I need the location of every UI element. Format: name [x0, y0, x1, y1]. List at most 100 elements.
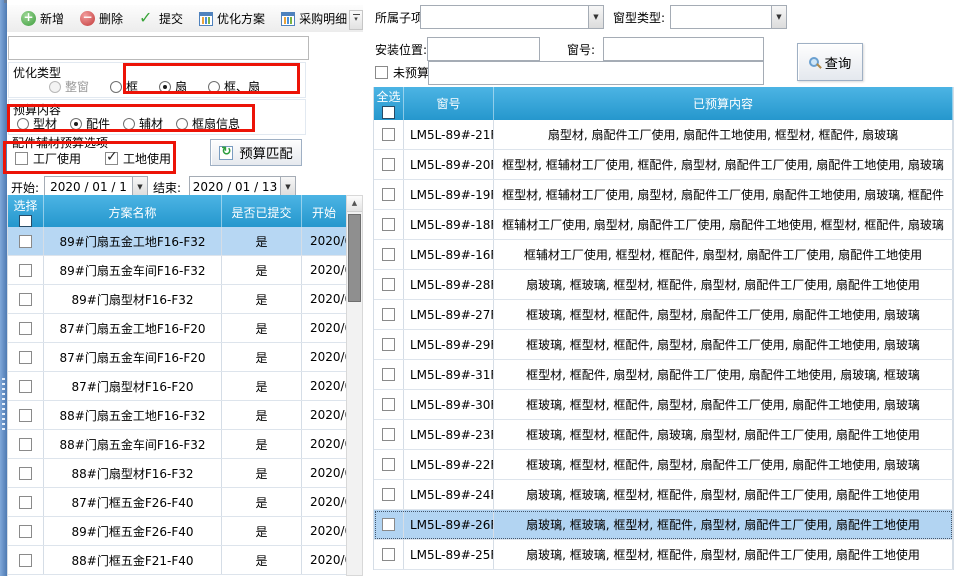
row-checkbox[interactable] — [19, 322, 32, 335]
budget-content-radio[interactable]: 辅材 — [123, 115, 163, 132]
row-checkbox[interactable] — [19, 438, 32, 451]
budget-match-button[interactable]: 预算匹配 — [210, 139, 302, 166]
row-checkbox[interactable] — [382, 128, 395, 141]
toolbar: 新增 ▼ 删除 ▼ 提交 ▼ 优化方案 ▼ 采购 — [7, 5, 363, 32]
dropdown-arrow-icon[interactable]: ▼ — [588, 6, 603, 28]
row-checkbox[interactable] — [382, 338, 395, 351]
row-checkbox[interactable] — [19, 467, 32, 480]
end-date-picker[interactable]: 2020 / 01 / 13 ▼ — [189, 176, 296, 197]
toolbar-button[interactable]: 新增 ▼ — [15, 7, 70, 30]
row-checkbox[interactable] — [19, 409, 32, 422]
submitted-cell: 是 — [222, 488, 302, 516]
toolbar-button[interactable]: 优化方案 ▼ — [193, 7, 271, 30]
window-table-row[interactable]: LM5L-89#-27F25 框玻璃, 框型材, 框配件, 扇型材, 扇配件工厂… — [374, 300, 953, 330]
budget-content-radio[interactable]: 框扇信息 — [176, 115, 240, 132]
budget-content-radio[interactable]: 型材 — [17, 115, 57, 132]
optimize-type-radio[interactable]: 框、扇 — [208, 78, 260, 95]
window-table-row[interactable]: LM5L-89#-21F19 扇型材, 扇配件工厂使用, 扇配件工地使用, 框型… — [374, 120, 953, 150]
plan-table-row[interactable]: 89#门扇五金车间F16-F32 是 2020/0 — [8, 256, 346, 285]
row-checkbox[interactable] — [382, 158, 395, 171]
select-all-checkbox[interactable] — [382, 106, 395, 119]
row-checkbox[interactable] — [19, 264, 32, 277]
row-checkbox[interactable] — [382, 218, 395, 231]
window-table-row[interactable]: LM5L-89#-20F18 框型材, 框辅材工厂使用, 框配件, 扇型材, 扇… — [374, 150, 953, 180]
row-checkbox[interactable] — [382, 248, 395, 261]
toolbar-button[interactable]: 删除 ▼ — [74, 7, 129, 30]
window-table-row[interactable]: LM5L-89#-28F26 扇玻璃, 框玻璃, 框型材, 框配件, 扇型材, … — [374, 270, 953, 300]
optimize-type-radio[interactable]: 整窗 — [49, 78, 89, 95]
plan-table-row[interactable]: 87#门扇五金车间F16-F20 是 2020/0 — [8, 343, 346, 372]
row-checkbox[interactable] — [19, 525, 32, 538]
plan-table-row[interactable]: 88#门框五金F21-F40 是 2020/0 — [8, 546, 346, 575]
scroll-up-icon[interactable]: ▲ — [347, 196, 362, 212]
usage-checkbox[interactable]: 工地使用 — [105, 150, 171, 167]
toolbar-button-label: 采购明细 — [299, 10, 347, 27]
start-date-picker[interactable]: 2020 / 01 / 1 ▼ — [44, 176, 148, 197]
dropdown-arrow-icon[interactable]: ▼ — [280, 177, 295, 196]
row-checkbox[interactable] — [382, 458, 395, 471]
budget-content-radio[interactable]: 配件 — [70, 115, 110, 132]
query-button[interactable]: 查询 — [797, 43, 863, 81]
plan-table-row[interactable]: 89#门框五金F26-F40 是 2020/0 — [8, 517, 346, 546]
plan-table-row[interactable]: 88#门扇五金车间F16-F32 是 2020/0 — [8, 430, 346, 459]
toolbar-button-label: 优化方案 — [217, 10, 265, 27]
row-checkbox[interactable] — [19, 293, 32, 306]
row-checkbox[interactable] — [19, 351, 32, 364]
submitted-cell: 是 — [222, 343, 302, 371]
row-checkbox[interactable] — [382, 188, 395, 201]
window-no-input[interactable] — [603, 37, 764, 61]
select-all-checkbox[interactable] — [19, 215, 32, 227]
radio-icon — [70, 118, 82, 130]
not-budgeted-input[interactable] — [428, 61, 764, 85]
row-checkbox[interactable] — [382, 428, 395, 441]
plan-name-cell: 89#门扇型材F16-F32 — [44, 285, 222, 313]
plan-table-row[interactable]: 88#门扇型材F16-F32 是 2020/0 — [8, 459, 346, 488]
row-checkbox[interactable] — [19, 380, 32, 393]
toolbar-overflow-button[interactable] — [349, 10, 363, 30]
row-checkbox[interactable] — [382, 518, 395, 531]
window-table-row[interactable]: LM5L-89#-25F23 扇玻璃, 框玻璃, 框型材, 框配件, 扇型材, … — [374, 540, 953, 570]
plan-table-row[interactable]: 89#门扇型材F16-F32 是 2020/0 — [8, 285, 346, 314]
toolbar-button[interactable]: 提交 ▼ — [133, 7, 189, 30]
plan-table-scrollbar[interactable]: ▲ — [346, 195, 363, 576]
row-checkbox[interactable] — [382, 548, 395, 561]
row-checkbox[interactable] — [19, 235, 32, 248]
window-no-cell: LM5L-89#-20F18 — [404, 150, 494, 179]
window-table-row[interactable]: LM5L-89#-16F15 框辅材工厂使用, 框型材, 框配件, 扇型材, 扇… — [374, 240, 953, 270]
plan-table-row[interactable]: 88#门扇五金工地F16-F32 是 2020/0 — [8, 401, 346, 430]
sub-item-select[interactable]: ▼ — [420, 5, 604, 29]
row-checkbox[interactable] — [382, 368, 395, 381]
row-checkbox[interactable] — [19, 554, 32, 567]
dropdown-arrow-icon[interactable]: ▼ — [771, 6, 786, 28]
window-table-header: 全选 窗号 已预算内容 — [374, 87, 953, 120]
row-checkbox[interactable] — [19, 496, 32, 509]
plan-table-row[interactable]: 89#门扇五金工地F16-F32 是 2020/0 — [8, 227, 346, 256]
dropdown-arrow-icon[interactable]: ▼ — [132, 177, 147, 196]
plan-table-row[interactable]: 87#门扇五金工地F16-F20 是 2020/0 — [8, 314, 346, 343]
scrollbar-thumb[interactable] — [348, 214, 361, 302]
row-checkbox[interactable] — [382, 398, 395, 411]
window-type-select[interactable]: ▼ — [670, 5, 787, 29]
optimize-type-radio[interactable]: 扇 — [159, 78, 187, 95]
window-table-row[interactable]: LM5L-89#-30F28 框玻璃, 框型材, 框配件, 扇型材, 扇配件工厂… — [374, 390, 953, 420]
row-checkbox[interactable] — [382, 308, 395, 321]
window-table-row[interactable]: LM5L-89#-22F20 框玻璃, 框型材, 框配件, 扇型材, 扇配件工厂… — [374, 450, 953, 480]
window-table-row[interactable]: LM5L-89#-26F24 扇玻璃, 框玻璃, 框型材, 框配件, 扇型材, … — [374, 510, 953, 540]
window-table-row[interactable]: LM5L-89#-19F17 框型材, 框辅材工厂使用, 扇型材, 扇配件工厂使… — [374, 180, 953, 210]
row-checkbox[interactable] — [382, 488, 395, 501]
not-budgeted-checkbox[interactable]: 未预算: — [375, 64, 433, 81]
dock-splitter-strip[interactable] — [0, 0, 7, 576]
window-table-row[interactable]: LM5L-89#-29F27 框玻璃, 框型材, 框配件, 扇型材, 扇配件工厂… — [374, 330, 953, 360]
plan-table-row[interactable]: 87#门框五金F26-F40 是 2020/0 — [8, 488, 346, 517]
plan-table-row[interactable]: 87#门扇型材F16-F20 是 2020/0 — [8, 372, 346, 401]
window-table-row[interactable]: LM5L-89#-23F21 框玻璃, 框型材, 框配件, 扇玻璃, 扇型材, … — [374, 420, 953, 450]
install-location-input[interactable] — [427, 37, 540, 61]
submitted-cell: 是 — [222, 517, 302, 545]
plan-filter-input[interactable] — [8, 36, 309, 60]
window-table-row[interactable]: LM5L-89#-24F22 扇玻璃, 框玻璃, 框型材, 框配件, 扇型材, … — [374, 480, 953, 510]
row-checkbox[interactable] — [382, 278, 395, 291]
window-table-row[interactable]: LM5L-89#-18F16 框辅材工厂使用, 扇型材, 扇配件工厂使用, 扇配… — [374, 210, 953, 240]
window-table-row[interactable]: LM5L-89#-31F29 框型材, 框配件, 扇型材, 扇配件工厂使用, 扇… — [374, 360, 953, 390]
usage-checkbox[interactable]: 工厂使用 — [15, 150, 81, 167]
optimize-type-radio[interactable]: 框 — [110, 78, 138, 95]
